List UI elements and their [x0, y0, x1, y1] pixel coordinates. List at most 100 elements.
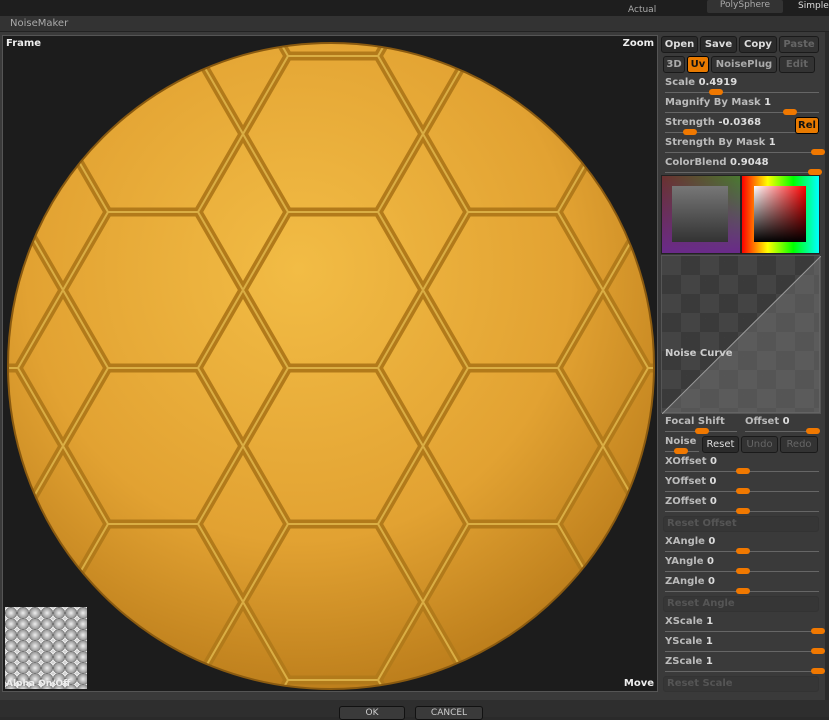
- slider-handle[interactable]: [736, 588, 750, 594]
- slider-value: 1: [768, 137, 776, 148]
- slider-label: YScale: [665, 636, 703, 647]
- slider-handle[interactable]: [810, 149, 825, 155]
- slider-handle[interactable]: [736, 508, 750, 514]
- slider-track[interactable]: [665, 172, 819, 173]
- slider-label: ZScale: [665, 656, 703, 667]
- slider-label: ColorBlend: [665, 157, 727, 168]
- slider-label: YOffset: [665, 476, 707, 487]
- open-button[interactable]: Open: [661, 36, 698, 53]
- slider-track[interactable]: [665, 92, 819, 93]
- slider-handle[interactable]: [810, 668, 825, 674]
- top-toolbar: Actual PolySphere SimpleB: [0, 0, 829, 16]
- focal-shift-slider[interactable]: Focal Shift: [665, 416, 739, 436]
- alpha-toggle[interactable]: Alpha On/Off: [6, 679, 70, 689]
- reset-scale-button[interactable]: Reset Scale: [663, 676, 819, 692]
- simple-brush-button[interactable]: SimpleB: [798, 1, 829, 11]
- strength-by-mask-slider[interactable]: Strength By Mask 1: [665, 137, 825, 157]
- zscale-slider[interactable]: ZScale 1: [665, 656, 825, 676]
- xoffset-slider[interactable]: XOffset 0: [665, 456, 821, 476]
- slider-handle[interactable]: [709, 89, 724, 95]
- slider-handle[interactable]: [736, 468, 750, 474]
- rel-button[interactable]: Rel: [795, 117, 819, 134]
- noise-settings-panel: Open Save Copy Paste 3D Uv NoisePlug Edi…: [661, 35, 825, 692]
- slider-label: Magnify By Mask: [665, 97, 761, 108]
- slider-value: 0.4919: [698, 77, 738, 88]
- slider-value: 0: [708, 536, 716, 547]
- slider-handle[interactable]: [810, 648, 825, 654]
- redo-button[interactable]: Redo: [780, 436, 818, 453]
- main-color-picker[interactable]: [741, 175, 820, 254]
- offset-slider[interactable]: Offset 0: [745, 416, 821, 436]
- slider-handle[interactable]: [682, 129, 697, 135]
- 3d-button[interactable]: 3D: [663, 56, 685, 73]
- colorblend-slider[interactable]: ColorBlend 0.9048: [665, 157, 822, 177]
- slider-value: 1: [705, 656, 713, 667]
- noisemaker-window: Frame Zoom Move Alpha On/Off Open Save C…: [0, 32, 825, 700]
- slider-value: 0: [709, 456, 717, 467]
- slider-handle[interactable]: [782, 109, 797, 115]
- yangle-slider[interactable]: YAngle 0: [665, 556, 821, 576]
- slider-value: 0: [707, 556, 714, 567]
- reset-angle-button[interactable]: Reset Angle: [663, 596, 819, 612]
- slider-label: Strength By Mask: [665, 137, 766, 148]
- window-title: NoiseMaker: [10, 18, 69, 29]
- noiseplug-button[interactable]: NoisePlug: [711, 56, 777, 73]
- slider-label: XScale: [665, 616, 703, 627]
- ok-button[interactable]: OK: [339, 706, 405, 720]
- yoffset-slider[interactable]: YOffset 0: [665, 476, 821, 496]
- slider-handle[interactable]: [736, 568, 750, 574]
- edit-button[interactable]: Edit: [779, 56, 815, 73]
- dialog-buttons: OK CANCEL: [0, 700, 829, 720]
- slider-label: Scale: [665, 77, 696, 88]
- scale-slider[interactable]: Scale 0.4919: [665, 77, 821, 97]
- reset-button[interactable]: Reset: [702, 436, 739, 453]
- paste-button[interactable]: Paste: [779, 36, 819, 53]
- title-bar: NoiseMaker: [0, 16, 829, 32]
- slider-label: YAngle: [665, 556, 704, 567]
- slider-value: -0.0368: [718, 117, 762, 128]
- noise-curve-label: Noise Curve: [665, 348, 733, 359]
- slider-handle[interactable]: [736, 548, 750, 554]
- slider-handle[interactable]: [736, 488, 750, 494]
- noise-preview-sphere: [7, 42, 655, 690]
- zoom-button[interactable]: Zoom: [623, 38, 654, 49]
- cancel-button[interactable]: CANCEL: [415, 706, 483, 720]
- polysphere-button[interactable]: PolySphere: [707, 0, 783, 13]
- slider-label: ZAngle: [665, 576, 705, 587]
- slider-track[interactable]: [665, 671, 819, 672]
- yscale-slider[interactable]: YScale 1: [665, 636, 825, 656]
- actual-button[interactable]: Actual: [628, 5, 656, 15]
- secondary-color-picker[interactable]: [661, 175, 741, 254]
- undo-button[interactable]: Undo: [741, 436, 778, 453]
- slider-value: 1: [764, 97, 772, 108]
- frame-button[interactable]: Frame: [6, 38, 41, 49]
- slider-track[interactable]: [665, 152, 819, 153]
- zoffset-slider[interactable]: ZOffset 0: [665, 496, 821, 516]
- slider-label: Strength: [665, 117, 715, 128]
- slider-value: 1: [706, 616, 714, 627]
- slider-handle[interactable]: [810, 628, 825, 634]
- zangle-slider[interactable]: ZAngle 0: [665, 576, 821, 596]
- slider-label: XAngle: [665, 536, 705, 547]
- slider-value: 1: [705, 636, 713, 647]
- noise-curve-editor[interactable]: Noise Curve: [661, 255, 821, 414]
- alpha-thumbnail[interactable]: [5, 607, 87, 689]
- slider-track[interactable]: [665, 651, 819, 652]
- noise-slider[interactable]: Noise: [665, 436, 701, 456]
- slider-track[interactable]: [665, 631, 819, 632]
- xangle-slider[interactable]: XAngle 0: [665, 536, 821, 556]
- uv-button[interactable]: Uv: [687, 56, 709, 73]
- reset-offset-button[interactable]: Reset Offset: [663, 516, 819, 532]
- slider-label: ZOffset: [665, 496, 707, 507]
- slider-value: 0: [709, 496, 717, 507]
- preview-viewport[interactable]: Frame Zoom Move Alpha On/Off: [2, 35, 658, 692]
- slider-label: XOffset: [665, 456, 707, 467]
- copy-button[interactable]: Copy: [739, 36, 777, 53]
- xscale-slider[interactable]: XScale 1: [665, 616, 825, 636]
- slider-value: 0: [707, 576, 715, 587]
- magnify-by-mask-slider[interactable]: Magnify By Mask 1: [665, 97, 821, 117]
- slider-value: 0.9048: [730, 157, 769, 168]
- save-button[interactable]: Save: [700, 36, 737, 53]
- move-button[interactable]: Move: [624, 678, 654, 689]
- slider-value: 0: [709, 476, 717, 487]
